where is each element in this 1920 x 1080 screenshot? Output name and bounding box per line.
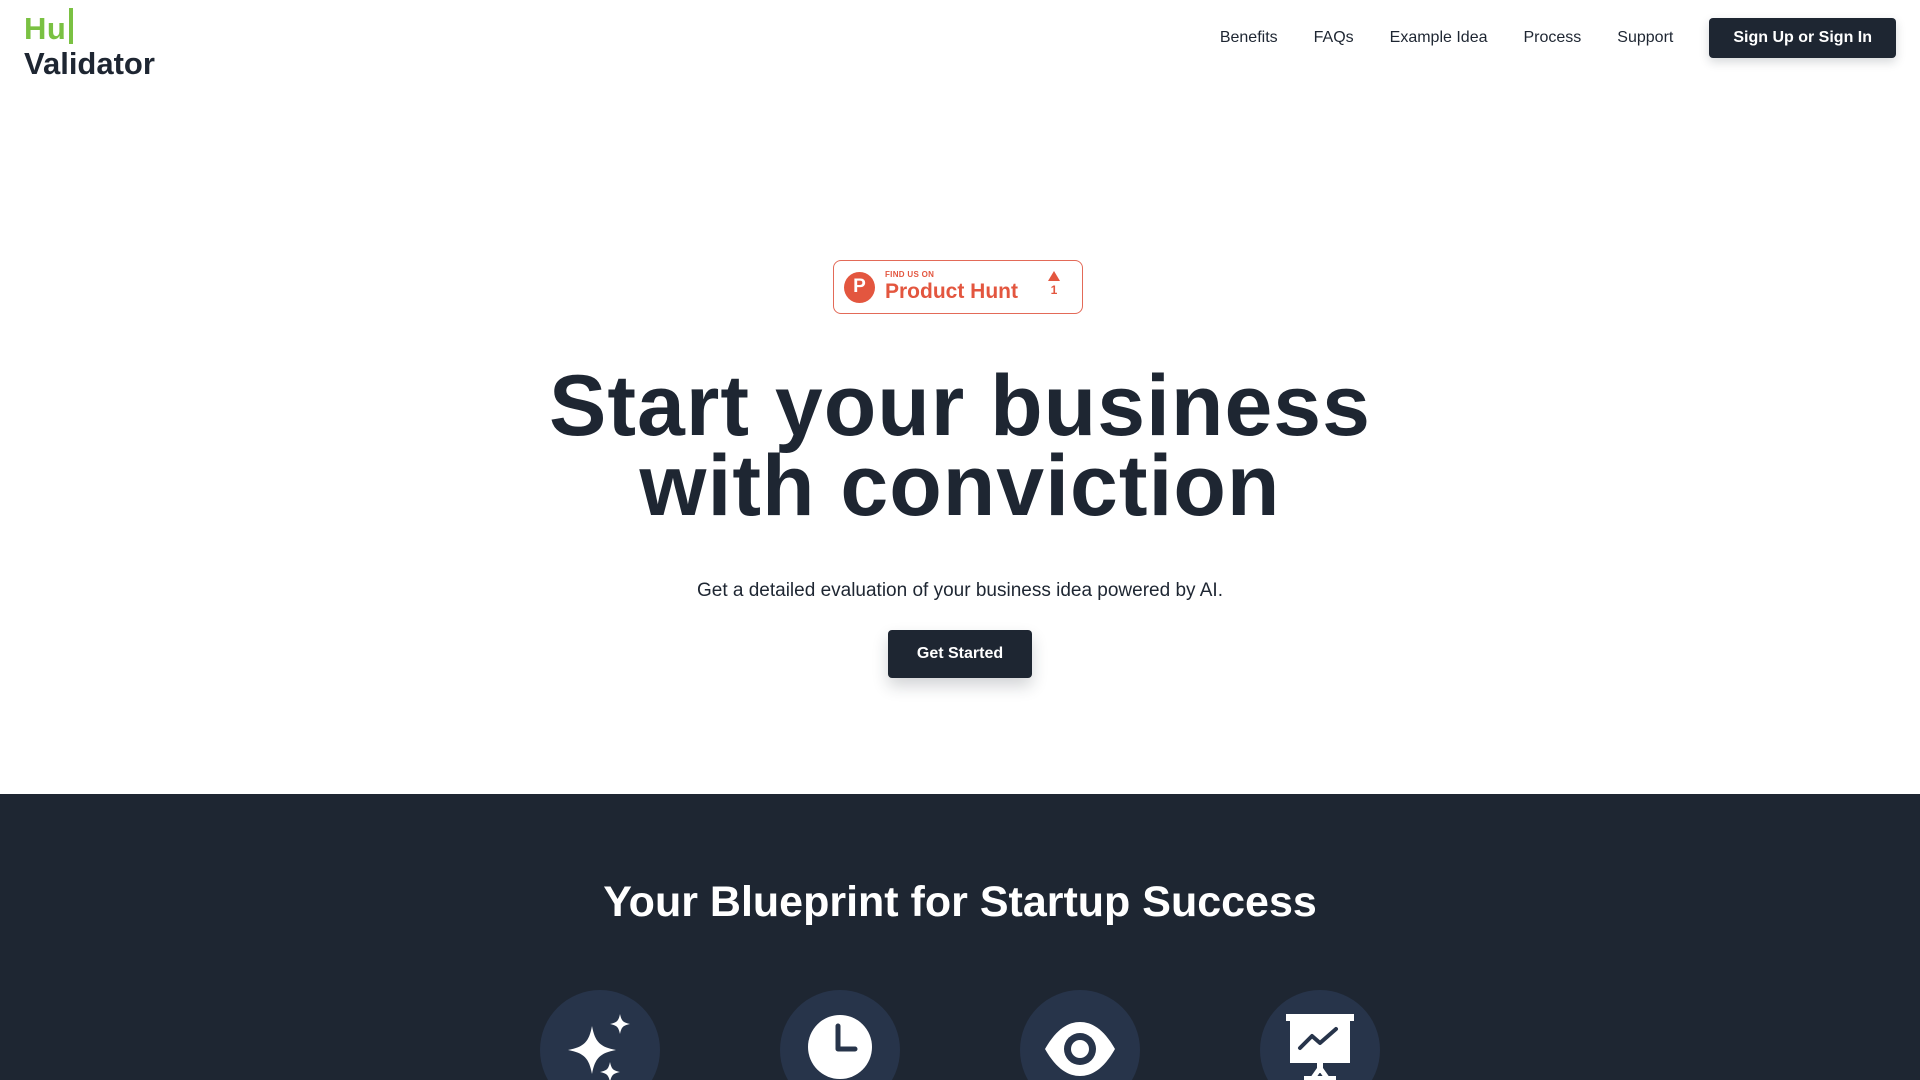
product-hunt-badge[interactable]: P FIND US ON Product Hunt 1 <box>833 260 1083 314</box>
hero-title: Start your business with conviction <box>0 358 1920 534</box>
main-nav: Benefits FAQs Example Idea Process Suppo… <box>1220 18 1896 58</box>
nav-link-faqs[interactable]: FAQs <box>1314 29 1354 47</box>
hero-subtitle: Get a detailed evaluation of your busine… <box>696 580 1223 601</box>
product-hunt-find-label: FIND US ON <box>885 270 935 279</box>
blueprint-title: Your Blueprint for Startup Success <box>603 878 1317 926</box>
presentation-chart-icon <box>1286 1014 1354 1080</box>
nav-link-support[interactable]: Support <box>1617 29 1673 47</box>
feature-sparkles <box>540 990 660 1080</box>
nav-link-process[interactable]: Process <box>1524 29 1582 47</box>
product-hunt-logo-icon: P <box>844 271 875 303</box>
get-started-button[interactable]: Get Started <box>888 630 1032 678</box>
logo-cursor-bar <box>69 8 74 44</box>
nav-link-benefits[interactable]: Benefits <box>1220 29 1278 47</box>
nav-link-example-idea[interactable]: Example Idea <box>1390 29 1488 47</box>
feature-eye <box>1020 990 1140 1080</box>
feature-clock <box>780 990 900 1080</box>
product-hunt-name: Product Hunt <box>885 280 1018 303</box>
product-hunt-text: FIND US ON Product Hunt <box>885 270 1018 304</box>
sparkles-icon <box>568 1014 630 1080</box>
feature-presentation <box>1260 990 1380 1080</box>
upvote-count: 1 <box>1050 283 1058 297</box>
upvote-arrow-icon <box>1048 271 1060 281</box>
hero-title-line-1: Start your business <box>549 358 1371 454</box>
logo-validator-text: Validator <box>24 46 155 81</box>
blueprint-section: Your Blueprint for Startup Success <box>0 794 1920 1080</box>
site-header: Hu Validator Benefits FAQs Example Idea … <box>0 0 1920 96</box>
logo-top-row: Hu <box>24 6 155 44</box>
product-hunt-votes: 1 <box>1048 271 1060 297</box>
logo[interactable]: Hu Validator <box>24 6 155 79</box>
eye-icon <box>1045 1022 1115 1076</box>
logo-hu-text: Hu <box>24 11 67 46</box>
clock-icon <box>808 1015 872 1079</box>
sign-up-sign-in-button[interactable]: Sign Up or Sign In <box>1709 18 1896 58</box>
hero-title-line-2: with conviction <box>639 438 1281 534</box>
